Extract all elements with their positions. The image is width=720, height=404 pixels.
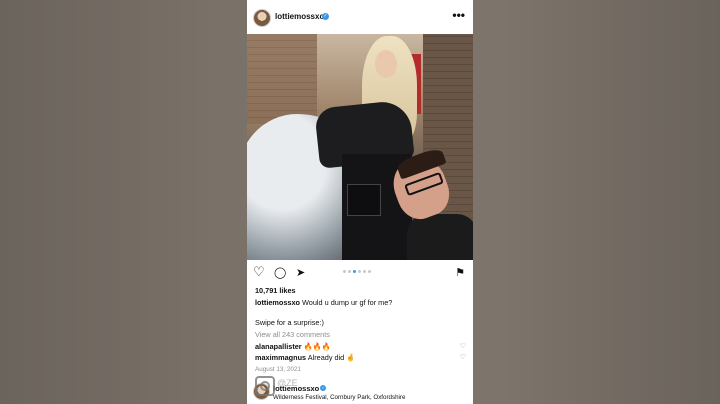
- carousel-dots: [343, 270, 371, 273]
- comment-like-heart-icon[interactable]: ♡: [460, 353, 466, 361]
- comment-text: 🔥🔥🔥: [303, 342, 331, 351]
- action-bar: ♡ ◯ ➤ ⚑: [247, 264, 473, 282]
- watermark-text: @ZE: [277, 378, 298, 388]
- sticker-body: [407, 214, 473, 260]
- view-all-comments-link[interactable]: View all 243 comments: [255, 330, 330, 339]
- post-username[interactable]: lottiemossxo: [275, 12, 324, 21]
- caption-username[interactable]: lottiemossxo: [255, 298, 300, 307]
- carousel-dot: [348, 270, 351, 273]
- post-photo[interactable]: [247, 34, 473, 260]
- comment-row: maximmagnus Already did 🤞: [255, 353, 355, 362]
- carousel-dot: [343, 270, 346, 273]
- comment-username[interactable]: maximmagnus: [255, 353, 306, 362]
- carousel-dot: [363, 270, 366, 273]
- share-icon[interactable]: ➤: [296, 266, 305, 280]
- post-date: August 13, 2021: [255, 366, 301, 373]
- verified-badge-icon: ✓: [320, 385, 326, 391]
- handbag: [347, 184, 381, 216]
- more-options-icon[interactable]: •••: [452, 8, 465, 22]
- brick-wall: [247, 34, 317, 124]
- comment-text: Already did 🤞: [307, 353, 356, 362]
- caption-text: Would u dump ur gf for me?: [302, 298, 393, 307]
- avatar[interactable]: [253, 9, 271, 27]
- likes-count[interactable]: 10,791 likes: [255, 286, 296, 295]
- comment-username[interactable]: alanapallister: [255, 342, 302, 351]
- post-location[interactable]: Wilderness Festival, Cornbury Park, Oxfo…: [273, 394, 405, 401]
- woman-face: [375, 50, 397, 78]
- instagram-post: lottiemossxo ✓ ••• ♡ ◯ ➤ ⚑ 10,791 likes …: [247, 0, 473, 404]
- verified-badge-icon: ✓: [322, 13, 329, 20]
- carousel-dot: [358, 270, 361, 273]
- comment-row: alanapallister 🔥🔥🔥: [255, 342, 331, 351]
- caption: lottiemossxo Would u dump ur gf for me?: [255, 298, 392, 307]
- save-bookmark-icon[interactable]: ⚑: [455, 266, 465, 280]
- caption-line-2: Swipe for a surprise:): [255, 318, 324, 327]
- instagram-watermark-icon: [255, 376, 275, 396]
- comment-icon[interactable]: ◯: [274, 266, 286, 280]
- carousel-dot-active: [353, 270, 356, 273]
- carousel-dot: [368, 270, 371, 273]
- like-heart-icon[interactable]: ♡: [253, 265, 265, 279]
- man-face-sticker: [386, 146, 473, 260]
- next-post-header: lottiemossxo ✓ Wilderness Festival, Corn…: [247, 376, 473, 404]
- comment-like-heart-icon[interactable]: ♡: [460, 342, 466, 350]
- post-header: lottiemossxo ✓ •••: [247, 6, 473, 30]
